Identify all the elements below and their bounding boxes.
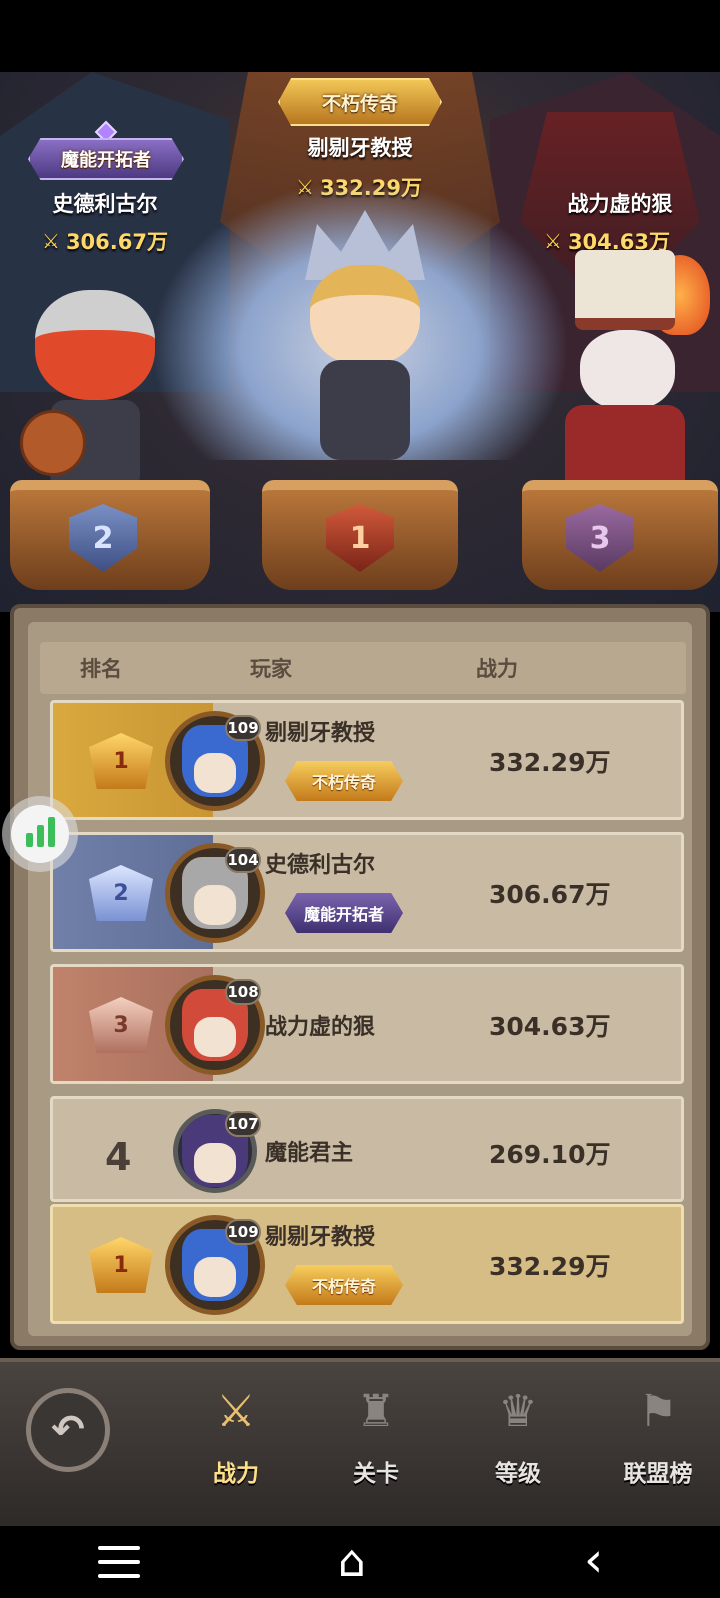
my-rank-row[interactable]: 1 109 剔剔牙教授 不朽传奇 332.29万 <box>50 1204 684 1324</box>
player-name: 剔剔牙教授 <box>265 721 376 746</box>
tab-alliance[interactable]: ⚑ 联盟榜 <box>598 1372 718 1512</box>
tab-power[interactable]: ⚔ 战力 <box>176 1372 296 1512</box>
first-player-name: 剔剔牙教授 <box>307 136 413 160</box>
back-button[interactable]: ↶ <box>26 1388 110 1472</box>
bar-chart-icon <box>11 805 69 863</box>
basketball-icon <box>20 410 86 476</box>
rank-number: 4 <box>105 1135 132 1179</box>
first-place-character[interactable] <box>300 210 430 470</box>
first-title-badge: 不朽传奇 <box>278 78 442 126</box>
first-title-text: 不朽传奇 <box>321 92 398 115</box>
floating-stats-button[interactable] <box>2 796 78 872</box>
header-power: 战力 <box>476 657 518 681</box>
level-badge: 108 <box>225 979 261 1005</box>
leaderboard-panel: 排名 玩家 战力 1 109 剔剔牙教授 不朽传奇 332.29万 2 104 … <box>10 604 710 1350</box>
level-badge: 104 <box>225 847 261 873</box>
power-value: 332.29万 <box>489 748 611 777</box>
status-bar <box>0 0 720 72</box>
banner-icon: ⚑ <box>638 1385 678 1437</box>
tab-level[interactable]: ♛ 等级 <box>458 1372 578 1512</box>
home-icon[interactable]: ⌂ <box>338 1538 366 1586</box>
bottom-tab-bar: ↶ ⚔ 战力 ♜ 关卡 ♛ 等级 ⚑ 联盟榜 <box>0 1358 720 1526</box>
power-value: 306.67万 <box>489 880 611 909</box>
back-chevron-icon[interactable]: ‹ <box>584 1534 603 1586</box>
header-rank: 排名 <box>80 657 122 681</box>
sword-icon: ⚔ <box>42 229 60 253</box>
power-value: 269.10万 <box>489 1140 611 1169</box>
player-name: 史德利古尔 <box>265 853 376 878</box>
player-title-badge: 不朽传奇 <box>285 1265 403 1305</box>
trophy-icon: ♛ <box>498 1385 538 1437</box>
crossed-swords-icon: ⚔ <box>216 1385 256 1437</box>
power-value: 332.29万 <box>489 1252 611 1281</box>
table-row[interactable]: 2 104 史德利古尔 魔能开拓者 306.67万 <box>50 832 684 952</box>
return-arrow-icon: ↶ <box>51 1407 85 1453</box>
player-title-badge: 不朽传奇 <box>285 761 403 801</box>
power-value: 304.63万 <box>489 1012 611 1041</box>
second-title-badge: 魔能开拓者 <box>28 138 184 180</box>
second-place-character[interactable] <box>20 290 170 490</box>
leaderboard-header: 排名 玩家 战力 <box>40 642 686 694</box>
podium-scene: 不朽传奇 剔剔牙教授 ⚔ 332.29万 魔能开拓者 史德利古尔 ⚔ 306.6… <box>0 72 720 612</box>
system-nav-bar: ⌂ ‹ <box>0 1526 720 1598</box>
level-badge: 109 <box>225 715 261 741</box>
gold-medal-icon: 1 <box>89 1237 153 1293</box>
player-title-badge: 魔能开拓者 <box>285 893 403 933</box>
player-name: 剔剔牙教授 <box>265 1225 376 1250</box>
table-row[interactable]: 1 109 剔剔牙教授 不朽传奇 332.29万 <box>50 700 684 820</box>
third-place-character[interactable] <box>540 250 710 500</box>
second-title-text: 魔能开拓者 <box>61 150 151 171</box>
top-hat-icon <box>575 250 675 330</box>
tower-icon: ♜ <box>356 1385 396 1437</box>
level-badge: 107 <box>225 1111 261 1137</box>
level-badge: 109 <box>225 1219 261 1245</box>
tab-stages[interactable]: ♜ 关卡 <box>316 1372 436 1512</box>
player-name: 战力虚的狠 <box>265 1015 376 1040</box>
player-name: 魔能君主 <box>265 1141 354 1166</box>
table-row[interactable]: 3 108 战力虚的狠 304.63万 <box>50 964 684 1084</box>
header-player: 玩家 <box>250 657 292 681</box>
menu-icon[interactable] <box>98 1546 140 1588</box>
table-row[interactable]: 4 107 魔能君主 269.10万 <box>50 1096 684 1202</box>
